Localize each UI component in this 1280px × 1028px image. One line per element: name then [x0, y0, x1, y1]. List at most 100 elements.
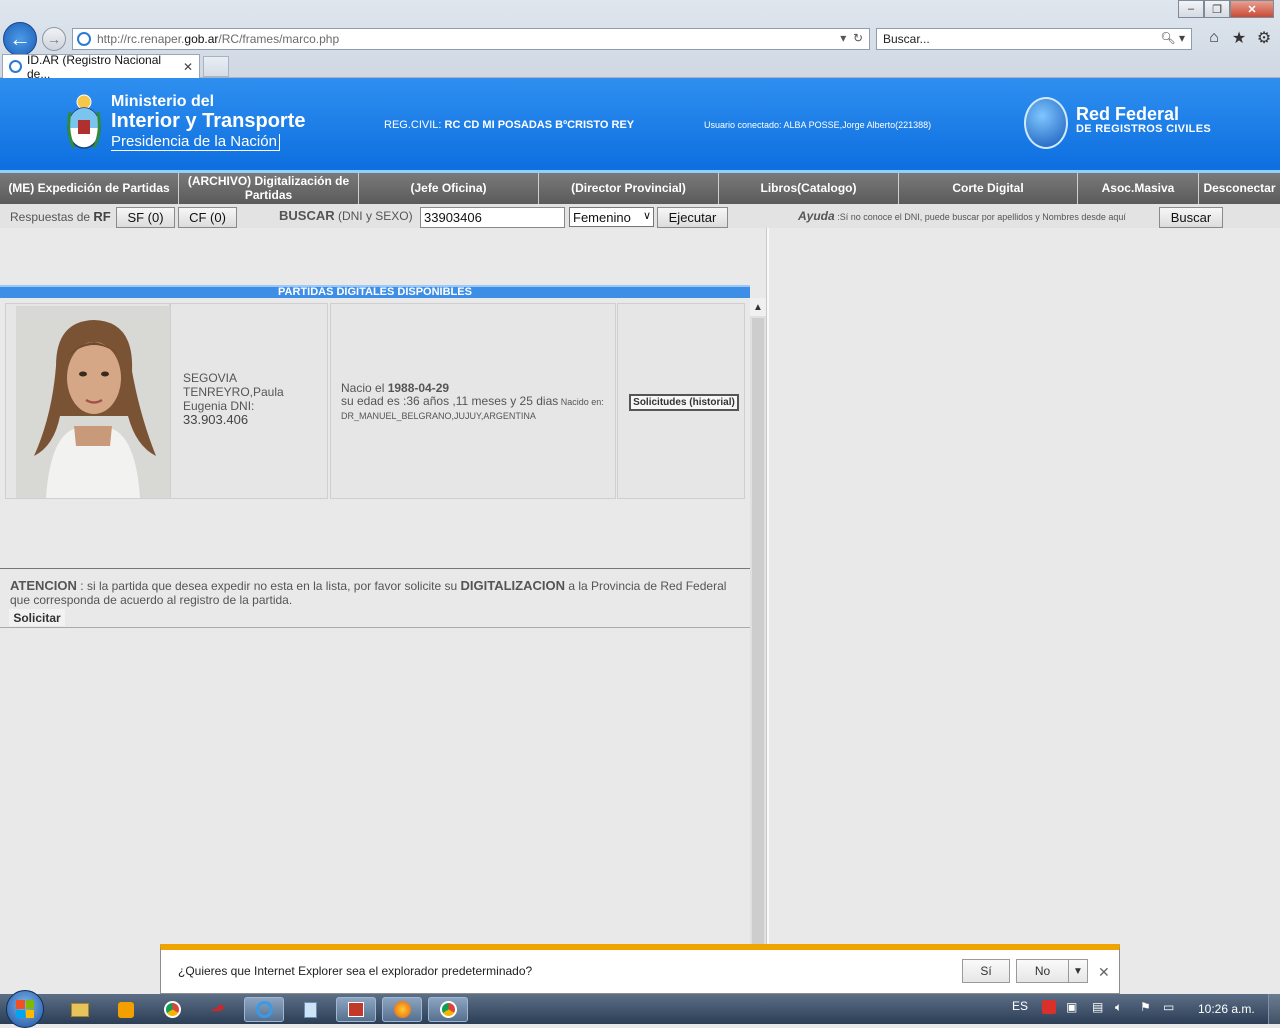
menu-desconectar[interactable]: Desconectar — [1199, 173, 1280, 204]
address-bar[interactable]: http://rc.renaper. gob.ar/RC/frames/marco… — [72, 28, 870, 50]
no-label: No — [1017, 960, 1069, 982]
atencion-notice: ATENCION : si la partida que desea exped… — [0, 568, 750, 628]
ayuda-hint: :Sí no conoce el DNI, puede buscar por a… — [834, 212, 1126, 222]
menu-expedicion-partidas[interactable]: (ME) Expedición de Partidas — [0, 173, 179, 204]
coat-of-arms-icon — [67, 94, 101, 149]
back-button[interactable]: ← — [3, 22, 37, 56]
chevron-down-icon: ∨ — [642, 210, 651, 222]
cf-button[interactable]: CF (0) — [178, 207, 237, 228]
forward-button[interactable]: → — [42, 27, 66, 51]
display-icon[interactable]: ▭ — [1163, 1000, 1174, 1014]
close-tab-icon[interactable]: ✕ — [183, 60, 193, 74]
url-host: gob.ar — [184, 32, 219, 46]
ministry-line1: Ministerio del — [111, 93, 215, 110]
rf-line1: Red Federal — [1076, 104, 1180, 124]
home-icon[interactable]: ⌂ — [1204, 28, 1224, 48]
birthplace: DR_MANUEL_BELGRANO,JUJUY,ARGENTINA — [341, 411, 536, 421]
menu-asoc-masiva[interactable]: Asoc.Masiva — [1078, 173, 1199, 204]
person-name-block: SEGOVIA TENREYRO,Paula Eugenia DNI: 33.9… — [183, 371, 323, 427]
buscar-hint: (DNI y SEXO) — [334, 209, 413, 223]
menu-libros-catalogo[interactable]: Libros(Catalogo) — [719, 173, 899, 204]
minimize-button[interactable]: – — [1178, 0, 1204, 18]
atencion-bold: DIGITALIZACION — [460, 578, 565, 593]
menu-director-provincial[interactable]: (Director Provincial) — [539, 173, 719, 204]
browser-chrome: – ❐ ✕ ← → http://rc.renaper. gob.ar/RC/fr… — [0, 0, 1280, 81]
yes-button[interactable]: Sí — [962, 959, 1010, 983]
close-icon[interactable]: ✕ — [1098, 964, 1110, 981]
flag-icon[interactable]: ⚑ — [1140, 1000, 1151, 1014]
start-button[interactable] — [6, 990, 44, 1028]
sf-button[interactable]: SF (0) — [116, 207, 175, 228]
network-icon[interactable]: ▣ — [1066, 1000, 1077, 1014]
tab-title: ID.AR (Registro Nacional de... — [27, 52, 162, 81]
reg-civil-info: REG.CIVIL: RC CD MI POSADAS BºCRISTO REY — [384, 119, 634, 131]
ejecutar-button[interactable]: Ejecutar — [657, 207, 728, 228]
url-prefix: http://rc.renaper. — [97, 32, 185, 46]
no-button[interactable]: No ▼ — [1016, 959, 1088, 983]
volume-icon[interactable]: 🔈︎ — [1115, 1000, 1122, 1015]
sexo-select[interactable]: Femenino ∨ — [569, 207, 654, 227]
arrow-right-icon: → — [47, 31, 61, 47]
folder-icon[interactable] — [60, 997, 100, 1022]
person-photo — [16, 306, 170, 498]
notification-text: ¿Quieres que Internet Explorer sea el ex… — [178, 964, 533, 978]
antivirus-icon[interactable] — [1042, 1000, 1056, 1014]
history-cell: Solicitudes (historial) — [617, 303, 745, 499]
refresh-icon[interactable]: ▾ ↻ — [840, 31, 863, 45]
show-desktop-button[interactable] — [1268, 994, 1280, 1024]
reg-civil-label: REG.CIVIL: — [384, 119, 442, 131]
monitor-icon[interactable]: ▤ — [1092, 1000, 1103, 1014]
windows-logo-icon — [16, 1000, 34, 1018]
ministry-title: Ministerio del Interior y Transporte Pre… — [111, 93, 306, 151]
dni-input[interactable]: 33903406 — [420, 207, 565, 228]
browser-search-input[interactable]: Buscar... 🔍︎ ▾ — [876, 28, 1192, 50]
scrollbar-thumb[interactable] — [752, 318, 764, 944]
url-path: /RC/frames/marco.php — [218, 32, 340, 46]
person-dni: 33.903.406 — [183, 412, 249, 427]
internet-explorer-icon[interactable] — [244, 997, 284, 1022]
presentation-app-icon[interactable] — [336, 997, 376, 1022]
window-controls: – ❐ ✕ — [1178, 0, 1274, 18]
favorites-star-icon[interactable]: ★ — [1229, 28, 1249, 48]
main-menu: (ME) Expedición de Partidas (ARCHIVO) Di… — [0, 173, 1280, 204]
ayuda-text: Ayuda :Sí no conoce el DNI, puede buscar… — [798, 209, 1126, 223]
atencion-text: ATENCION : si la partida que desea exped… — [10, 578, 740, 608]
gear-icon[interactable]: ⚙ — [1254, 28, 1274, 48]
photo-cell — [5, 303, 170, 499]
rf-bold: RF — [93, 209, 111, 224]
acrobat-icon[interactable]: ⬏ — [198, 997, 238, 1022]
solicitudes-historial-button[interactable]: Solicitudes (historial) — [629, 394, 739, 411]
language-indicator[interactable]: ES — [1012, 999, 1028, 1013]
nacio-label: Nacio el — [341, 381, 388, 395]
ministry-line2: Interior y Transporte — [111, 109, 306, 132]
chrome-icon[interactable] — [152, 997, 192, 1022]
name-cell: SEGOVIA TENREYRO,Paula Eugenia DNI: 33.9… — [170, 303, 328, 499]
person-name: SEGOVIA TENREYRO,Paula Eugenia DNI: — [183, 371, 284, 413]
detail-frame — [769, 228, 1280, 944]
tab-active[interactable]: ID.AR (Registro Nacional de... ✕ — [2, 52, 200, 81]
search-icon[interactable]: 🔍︎ ▾ — [1160, 31, 1185, 45]
close-window-button[interactable]: ✕ — [1230, 0, 1274, 18]
ie-icon — [9, 60, 22, 73]
respuestas-rf-label: Respuestas de RF — [10, 209, 111, 224]
menu-jefe-oficina[interactable]: (Jefe Oficina) — [359, 173, 539, 204]
new-tab-button[interactable] — [203, 56, 229, 77]
clock[interactable]: 10:26 a.m. — [1198, 1002, 1255, 1016]
notepad-icon[interactable] — [290, 997, 330, 1022]
atencion-title: ATENCION — [10, 578, 77, 593]
solicitar-button[interactable]: Solicitar — [9, 609, 65, 626]
scroll-up-icon[interactable]: ▲ — [750, 298, 766, 316]
menu-digitalizacion-partidas[interactable]: (ARCHIVO) Digitalización de Partidas — [179, 173, 359, 204]
buscar-nombre-button[interactable]: Buscar — [1159, 207, 1223, 228]
dropdown-arrow-icon[interactable]: ▼ — [1069, 966, 1087, 977]
connected-user: Usuario conectado: ALBA POSSE,Jorge Albe… — [704, 120, 932, 130]
media-player-icon[interactable] — [106, 997, 146, 1022]
birth-info: Nacio el 1988-04-29 su edad es :36 años … — [341, 382, 613, 423]
restore-button[interactable]: ❐ — [1204, 0, 1230, 18]
menu-corte-digital[interactable]: Corte Digital — [899, 173, 1078, 204]
rf-line2: DE REGISTROS CIVILES — [1076, 122, 1211, 135]
firefox-icon[interactable] — [382, 997, 422, 1022]
results-frame: PARTIDAS DIGITALES DISPONIBLES ▲ SEGOVIA… — [0, 228, 766, 944]
ie-icon — [77, 32, 91, 46]
chrome-window-icon[interactable] — [428, 997, 468, 1022]
